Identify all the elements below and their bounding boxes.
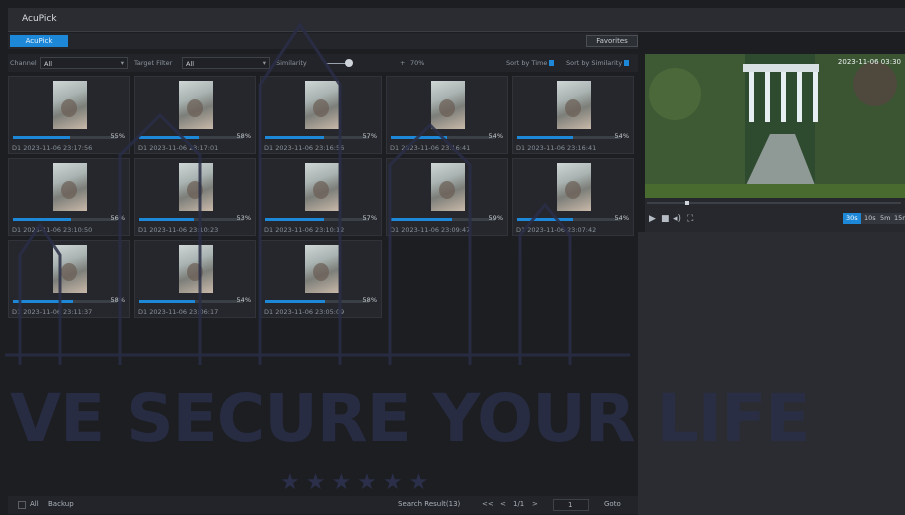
backup-button[interactable]: Backup (48, 500, 74, 508)
goto-button[interactable]: Goto (604, 500, 621, 508)
first-page-button[interactable]: << (482, 500, 494, 508)
volume-icon[interactable]: ◂) (673, 214, 681, 224)
watermark-building-logo (5, 22, 630, 365)
page-input-value: 1 (568, 501, 573, 509)
fullscreen-icon[interactable]: ⛶ (687, 214, 693, 224)
right-panel-empty (638, 232, 905, 515)
video-timestamp: 2023-11-06 03:30 (837, 58, 901, 66)
stop-icon[interactable]: ■ (661, 214, 670, 224)
select-all-label: All (30, 500, 39, 508)
page-indicator: 1/1 (513, 500, 525, 508)
page-input[interactable]: 1 (553, 499, 589, 511)
select-all-checkbox[interactable] (18, 501, 26, 509)
watermark-text: VE SECURE YOUR LIFE (10, 380, 810, 457)
speed-15m[interactable]: 15m (891, 213, 905, 224)
play-icon[interactable]: ▶ (649, 214, 656, 224)
video-frame (645, 54, 905, 198)
prev-page-button[interactable]: < (500, 500, 506, 508)
speed-30s[interactable]: 30s (843, 213, 861, 224)
watermark-stars: ★★★★★★ (280, 470, 435, 495)
bottom-bar: All Backup Search Result(13) << < 1/1 > … (8, 496, 638, 514)
video-preview[interactable]: 2023-11-06 03:30 (645, 54, 905, 198)
playback-handle[interactable] (685, 201, 689, 205)
video-controls: ▶ ■ ◂) ⛶ 30s 10s 5m 15m (645, 198, 905, 232)
next-page-button[interactable]: > (532, 500, 538, 508)
search-result-count: Search Result(13) (398, 500, 461, 508)
playback-progress[interactable] (647, 201, 901, 205)
